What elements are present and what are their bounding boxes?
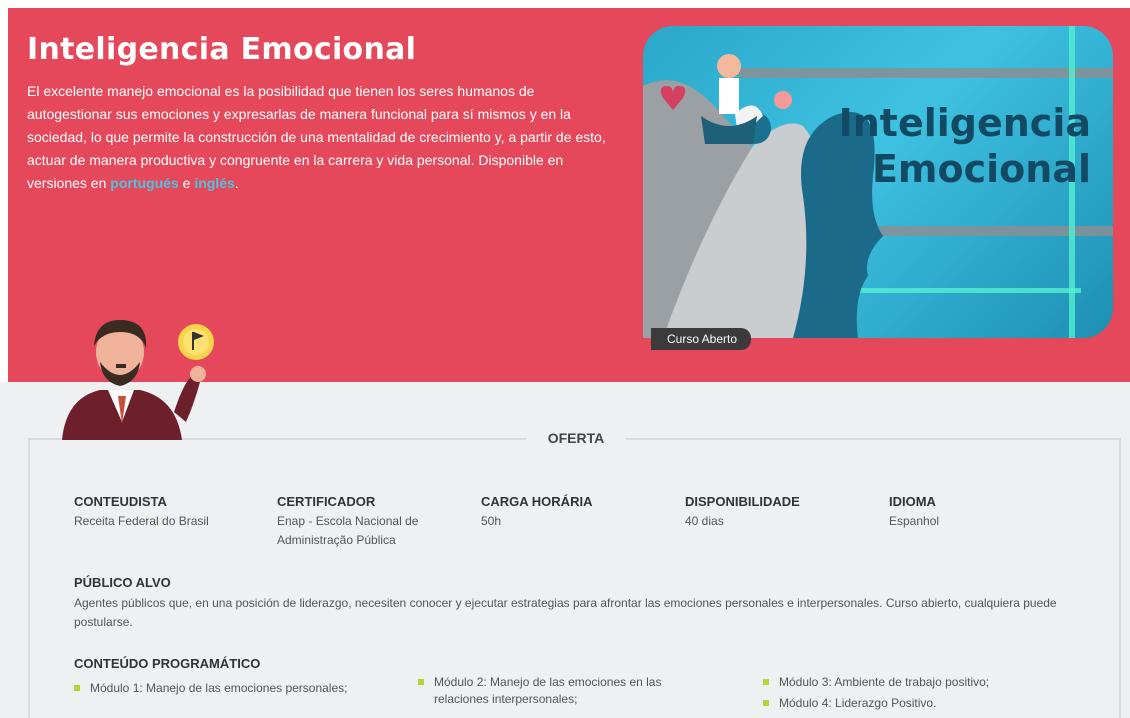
program-label: CONTEÚDO PROGRAMÁTICO bbox=[74, 656, 261, 671]
open-course-badge: Curso Aberto bbox=[651, 328, 752, 350]
versions-suffix: . bbox=[234, 175, 239, 191]
course-description: El excelente manejo emocional es la posi… bbox=[27, 80, 617, 195]
info-availability: DISPONIBILIDADE 40 dias bbox=[685, 494, 865, 531]
bullet-icon bbox=[74, 685, 80, 691]
module-text: Módulo 1: Manejo de las emociones person… bbox=[90, 681, 348, 695]
info-label: CONTEUDISTA bbox=[74, 494, 167, 509]
module-text: Módulo 2: Manejo de las emociones en las… bbox=[434, 675, 662, 706]
course-title: Inteligencia Emocional bbox=[27, 32, 417, 67]
english-version-link[interactable]: inglés bbox=[194, 175, 234, 191]
teacher-illustration bbox=[62, 320, 214, 440]
cover-title-line1: Inteligencia bbox=[838, 101, 1091, 145]
bullet-icon bbox=[763, 700, 769, 706]
info-label: CERTIFICADOR bbox=[277, 494, 376, 509]
info-label: CARGA HORÁRIA bbox=[481, 494, 593, 509]
info-value: 50h bbox=[481, 514, 502, 528]
info-label: IDIOMA bbox=[889, 494, 936, 509]
audience-text: Agentes públicos que, en una posición de… bbox=[74, 596, 1057, 629]
info-label: DISPONIBILIDADE bbox=[685, 494, 800, 509]
module-item: Módulo 1: Manejo de las emociones person… bbox=[74, 680, 394, 697]
info-author: CONTEUDISTA Receita Federal do Brasil bbox=[74, 494, 264, 531]
audience-label: PÚBLICO ALVO bbox=[74, 575, 171, 590]
offer-title: OFERTA bbox=[526, 430, 626, 446]
info-value: Enap - Escola Nacional de Administração … bbox=[277, 514, 419, 547]
bullet-icon bbox=[763, 679, 769, 685]
module-text: Módulo 4: Liderazgo Positivo. bbox=[779, 696, 937, 710]
info-workload: CARGA HORÁRIA 50h bbox=[481, 494, 661, 531]
module-item: Módulo 3: Ambiente de trabajo positivo; bbox=[763, 674, 1063, 691]
bullet-icon bbox=[418, 679, 424, 685]
info-value: Receita Federal do Brasil bbox=[74, 514, 209, 528]
module-item: Módulo 4: Liderazgo Positivo. bbox=[763, 695, 1063, 712]
info-certifier: CERTIFICADOR Enap - Escola Nacional de A… bbox=[277, 494, 457, 550]
info-language: IDIOMA Espanhol bbox=[889, 494, 1069, 531]
cover-title: Inteligencia Emocional bbox=[839, 100, 1091, 192]
cover-title-line2: Emocional bbox=[871, 147, 1091, 191]
versions-and: e bbox=[182, 175, 191, 191]
info-value: Espanhol bbox=[889, 514, 940, 528]
course-cover-image[interactable]: Inteligencia Emocional bbox=[643, 26, 1113, 338]
info-value: 40 dias bbox=[685, 514, 724, 528]
module-item: Módulo 2: Manejo de las emociones en las… bbox=[418, 674, 718, 708]
portuguese-version-link[interactable]: portugués bbox=[110, 175, 178, 191]
module-text: Módulo 3: Ambiente de trabajo positivo; bbox=[779, 675, 990, 689]
